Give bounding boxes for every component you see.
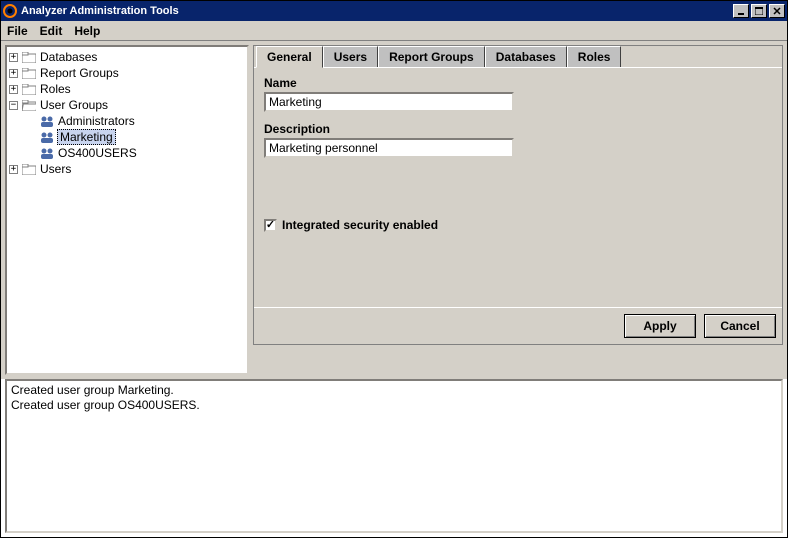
tree-item-report-groups[interactable]: + Report Groups [9,65,245,81]
tree-item-os400users[interactable]: OS400USERS [27,145,245,161]
tree-label-selected: Marketing [57,129,116,145]
tree-label: User Groups [39,98,109,112]
tab-general[interactable]: General [256,46,323,68]
log-panel[interactable]: Created user group Marketing. Created us… [5,379,783,533]
description-input[interactable]: Marketing personnel [264,138,514,158]
menu-file[interactable]: File [7,24,28,38]
name-input[interactable]: Marketing [264,92,514,112]
cancel-button[interactable]: Cancel [704,314,776,338]
user-group-icon [40,131,54,143]
titlebar[interactable]: Analyzer Administration Tools [1,1,787,21]
log-line: Created user group Marketing. [11,383,777,398]
log-line: Created user group OS400USERS. [11,398,777,413]
minimize-button[interactable] [733,4,749,18]
folder-icon [22,163,36,175]
expand-icon[interactable]: + [9,85,18,94]
apply-button[interactable]: Apply [624,314,696,338]
tab-strip: General Users Report Groups Databases Ro… [254,46,782,68]
tree-label: Databases [39,50,98,64]
menu-edit[interactable]: Edit [40,24,63,38]
collapse-icon[interactable]: − [9,101,18,110]
folder-open-icon [22,99,36,111]
description-label: Description [264,122,772,136]
tree-item-databases[interactable]: + Databases [9,49,245,65]
tab-content-general: Name Marketing Description Marketing per… [254,67,782,307]
user-group-icon [40,147,54,159]
expand-icon[interactable]: + [9,165,18,174]
name-value: Marketing [269,95,322,109]
tree-item-users[interactable]: + Users [9,161,245,177]
tree-panel[interactable]: + Databases + Report Groups [5,45,249,375]
user-group-icon [40,115,54,127]
spacer [27,117,36,126]
spacer [27,133,36,142]
tree-item-user-groups[interactable]: − User Groups [9,97,245,113]
tab-report-groups[interactable]: Report Groups [378,46,485,68]
tree-label: Users [39,162,72,176]
tree-label: Report Groups [39,66,120,80]
tree-item-roles[interactable]: + Roles [9,81,245,97]
tree-label: Administrators [57,114,136,128]
expand-icon[interactable]: + [9,69,18,78]
menubar: File Edit Help [1,21,787,41]
maximize-button[interactable] [751,4,767,18]
name-label: Name [264,76,772,90]
description-value: Marketing personnel [269,141,378,155]
button-row: Apply Cancel [254,307,782,344]
folder-icon [22,67,36,79]
tab-container: General Users Report Groups Databases Ro… [253,45,783,345]
close-button[interactable] [769,4,785,18]
tree-label: OS400USERS [57,146,138,160]
window-title: Analyzer Administration Tools [21,5,731,17]
tab-roles[interactable]: Roles [567,46,622,68]
folder-icon [22,83,36,95]
app-icon [3,4,17,18]
tab-databases[interactable]: Databases [485,46,567,68]
content-area: + Databases + Report Groups [1,41,787,379]
expand-icon[interactable]: + [9,53,18,62]
tab-users[interactable]: Users [323,46,378,68]
tree-item-marketing[interactable]: Marketing [27,129,245,145]
tree-label: Roles [39,82,72,96]
spacer [27,149,36,158]
folder-icon [22,51,36,63]
integrated-security-label: Integrated security enabled [282,218,438,232]
tree-item-administrators[interactable]: Administrators [27,113,245,129]
menu-help[interactable]: Help [74,24,100,38]
integrated-security-checkbox[interactable] [264,219,277,232]
